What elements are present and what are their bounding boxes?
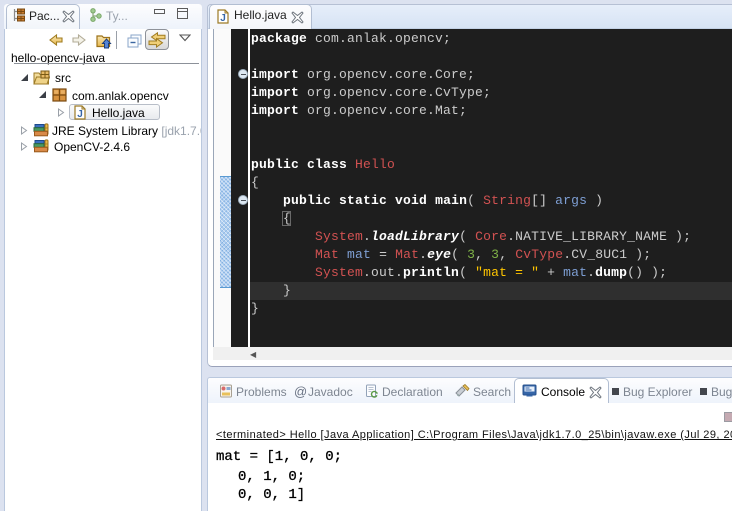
svg-text:J: J [77, 109, 83, 120]
svg-text:J: J [220, 13, 226, 24]
